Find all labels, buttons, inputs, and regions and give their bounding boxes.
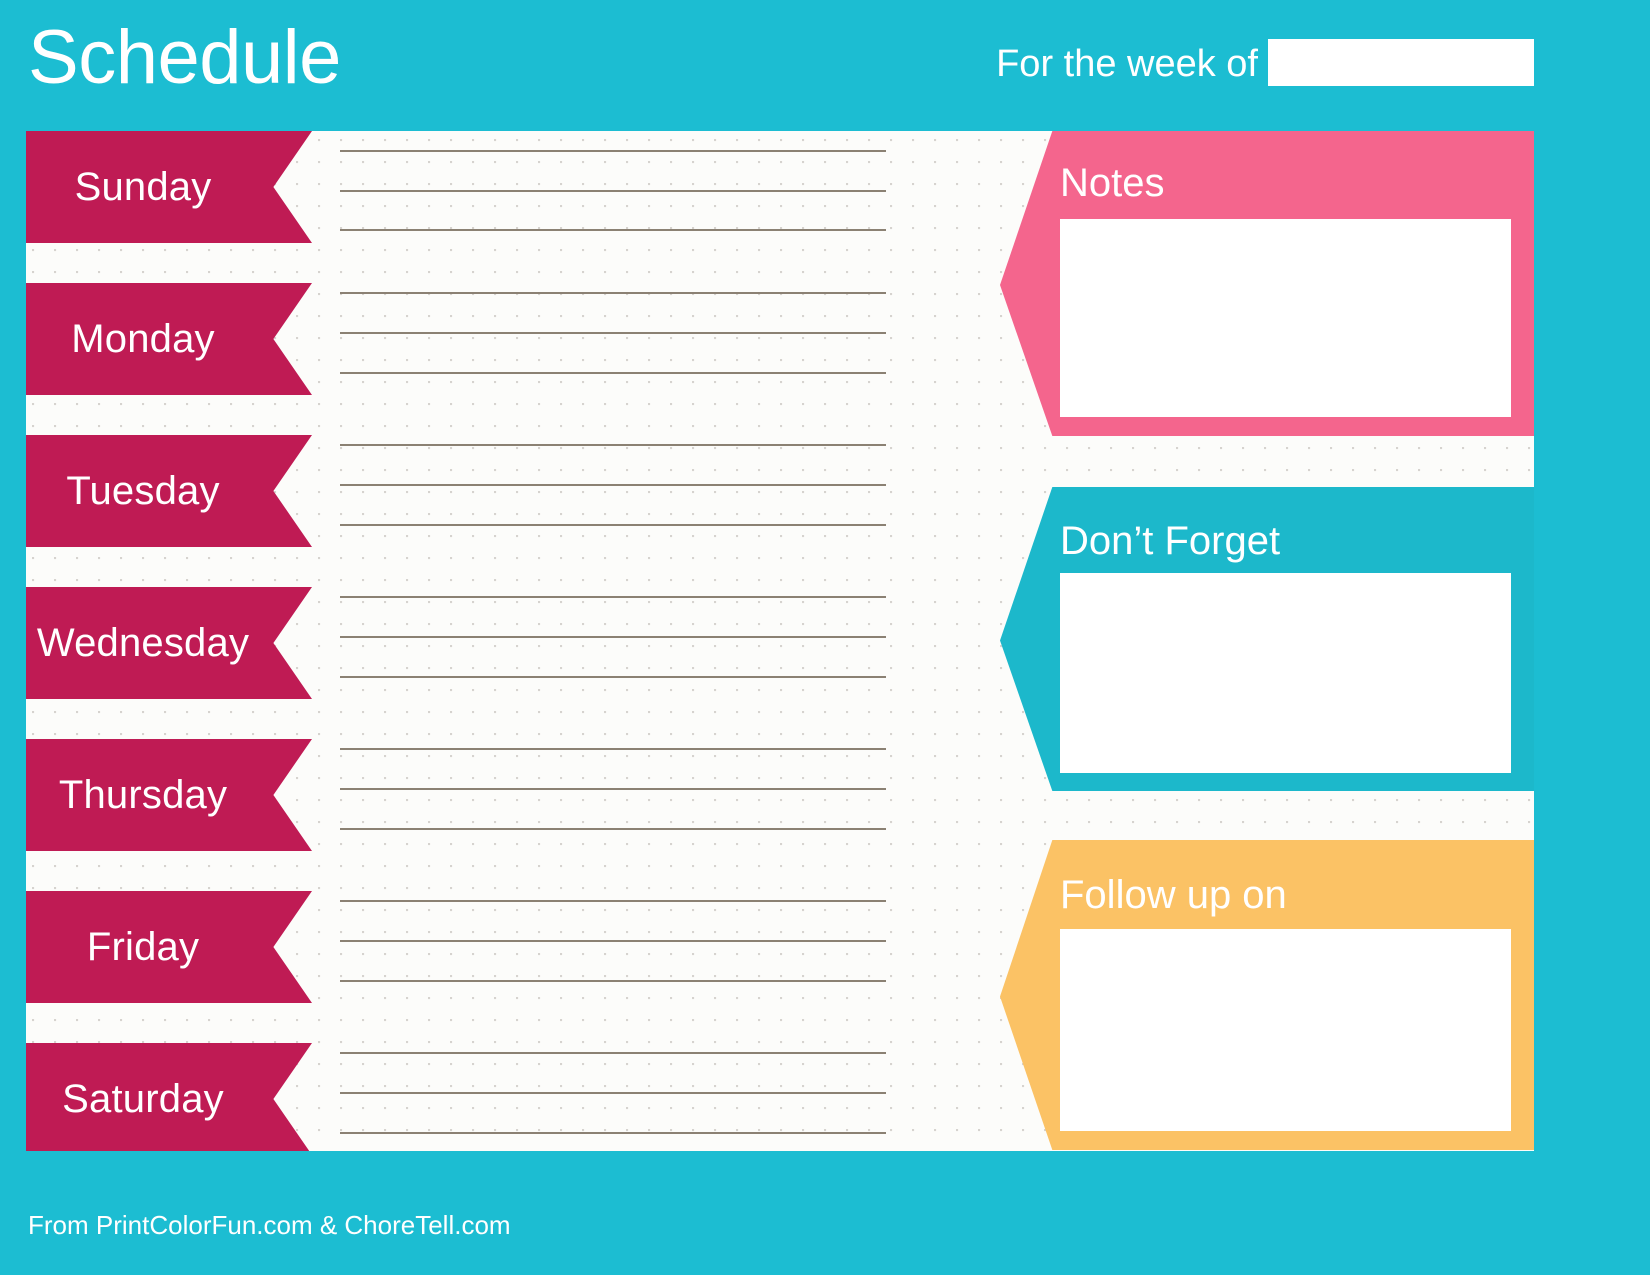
dont-forget-textarea[interactable] — [1060, 573, 1511, 773]
schedule-write-line[interactable] — [340, 676, 886, 678]
schedule-write-line[interactable] — [340, 292, 886, 294]
schedule-write-line[interactable] — [340, 1092, 886, 1094]
schedule-write-line[interactable] — [340, 332, 886, 334]
schedule-write-line[interactable] — [340, 150, 886, 152]
page-title: Schedule — [28, 15, 341, 100]
day-label: Saturday — [62, 1077, 224, 1121]
schedule-write-line[interactable] — [340, 940, 886, 942]
page-footer: From PrintColorFun.com & ChoreTell.com — [0, 1151, 1650, 1275]
schedule-write-line[interactable] — [340, 636, 886, 638]
schedule-write-line[interactable] — [340, 190, 886, 192]
schedule-write-line[interactable] — [340, 1132, 886, 1134]
schedule-write-line[interactable] — [340, 828, 886, 830]
day-ribbon-sunday: Sunday — [26, 131, 312, 243]
footer-credit-text: From PrintColorFun.com & ChoreTell.com — [28, 1210, 511, 1240]
schedule-write-line[interactable] — [340, 596, 886, 598]
day-label: Friday — [86, 925, 200, 969]
schedule-write-line[interactable] — [340, 900, 886, 902]
day-label: Tuesday — [66, 469, 220, 513]
week-of-label: For the week of — [996, 43, 1258, 85]
follow-up-panel-title: Follow up on — [1060, 873, 1287, 917]
schedule-write-line[interactable] — [340, 1052, 886, 1054]
day-ribbon-saturday: Saturday — [26, 1043, 312, 1155]
schedule-write-line[interactable] — [340, 229, 886, 231]
dont-forget-panel-title: Don’t Forget — [1060, 519, 1281, 563]
day-ribbon-friday: Friday — [26, 891, 312, 1003]
schedule-write-line[interactable] — [340, 788, 886, 790]
schedule-write-line[interactable] — [340, 524, 886, 526]
day-ribbon-wednesday: Wednesday — [26, 587, 312, 699]
day-label: Thursday — [58, 773, 228, 817]
schedule-write-line[interactable] — [340, 748, 886, 750]
day-ribbon-monday: Monday — [26, 283, 312, 395]
week-of-input[interactable] — [1268, 39, 1534, 86]
schedule-write-line[interactable] — [340, 484, 886, 486]
day-ribbon-thursday: Thursday — [26, 739, 312, 851]
schedule-printable-page: Schedule For the week of Sunday Monday Tue… — [0, 0, 1650, 1275]
page-header: Schedule For the week of — [0, 0, 1650, 131]
schedule-write-line[interactable] — [340, 980, 886, 982]
schedule-write-line[interactable] — [340, 372, 886, 374]
day-label: Sunday — [74, 165, 212, 209]
schedule-write-line[interactable] — [340, 444, 886, 446]
day-label: Wednesday — [36, 621, 250, 665]
follow-up-textarea[interactable] — [1060, 929, 1511, 1131]
notes-panel-title: Notes — [1060, 161, 1165, 205]
notes-textarea[interactable] — [1060, 219, 1511, 417]
day-ribbon-tuesday: Tuesday — [26, 435, 312, 547]
day-label: Monday — [71, 317, 215, 361]
